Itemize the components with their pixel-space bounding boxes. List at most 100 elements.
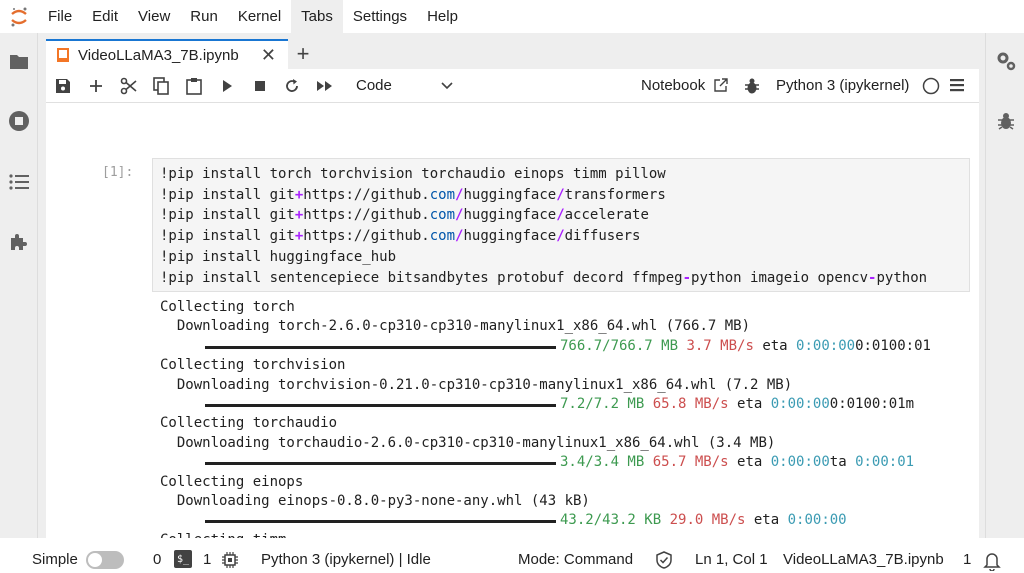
menu-kernel[interactable]: Kernel xyxy=(228,0,291,33)
progress-token xyxy=(644,396,652,412)
code-line: !pip install git+https://github.com/hugg… xyxy=(160,185,969,206)
progress-token: eta xyxy=(728,395,771,412)
menu-file[interactable]: File xyxy=(38,0,82,33)
code-line: !pip install sentencepiece bitsandbytes … xyxy=(160,268,969,289)
tab-notebook[interactable]: VideoLLaMA3_7B.ipynb ✕ xyxy=(46,39,288,69)
progress-token: eta xyxy=(753,337,797,354)
copy-icon[interactable] xyxy=(149,74,173,98)
menu-hamburger-icon[interactable] xyxy=(949,78,965,97)
extension-puzzle-icon[interactable] xyxy=(7,230,31,254)
code-token: !pip install huggingface_hub xyxy=(160,248,397,265)
menu-view[interactable]: View xyxy=(128,0,180,33)
progress-token: 0:00:00 xyxy=(796,337,856,354)
simple-mode-toggle[interactable] xyxy=(86,551,124,569)
kernel-chip-icon[interactable] xyxy=(221,551,239,573)
progress-bar xyxy=(205,520,556,524)
code-token: huggingface xyxy=(463,228,557,245)
code-token: huggingface xyxy=(463,186,557,203)
code-token: !pip install torch torchvision torchaudi… xyxy=(160,166,666,182)
code-token: diffusers xyxy=(564,228,641,245)
progress-token: 0:00:01 xyxy=(855,454,915,471)
progress-token: eta xyxy=(728,454,771,471)
progress-token: 0:00:00 xyxy=(770,454,830,471)
progress-line: 43.2/43.2 KB 29.0 MB/s eta 0:00:00 xyxy=(160,511,972,530)
folder-icon[interactable] xyxy=(7,49,31,73)
cell-type-select[interactable]: Code xyxy=(356,77,392,94)
notebook-file-icon xyxy=(57,48,69,62)
insert-cell-icon[interactable] xyxy=(84,74,108,98)
output-line: Downloading torch-2.6.0-cp310-cp310-many… xyxy=(160,318,751,335)
new-tab-button[interactable]: + xyxy=(290,39,316,69)
run-icon[interactable] xyxy=(215,74,239,98)
save-icon[interactable] xyxy=(51,74,75,98)
progress-token: 43.2/43.2 KB xyxy=(560,512,662,529)
output-line: Collecting torchaudio xyxy=(160,415,338,432)
code-token: !pip install git xyxy=(160,186,295,203)
cursor-position[interactable]: Ln 1, Col 1 xyxy=(695,551,768,568)
cut-icon[interactable] xyxy=(117,74,141,98)
open-in-notebook-button[interactable]: Notebook xyxy=(641,77,705,94)
progress-token: 3.7 MB/s xyxy=(686,337,754,354)
fast-forward-icon[interactable] xyxy=(313,74,337,98)
menu-run[interactable]: Run xyxy=(180,0,228,33)
output-line: Downloading torchaudio-2.6.0-cp310-cp310… xyxy=(160,434,776,451)
terminal-count: 0 xyxy=(153,551,162,568)
menu-bar: File Edit View Run Kernel Tabs Settings Help xyxy=(0,0,1024,33)
progress-text: 43.2/43.2 KB 29.0 MB/s eta 0:00:00 xyxy=(560,511,847,530)
kernel-name[interactable]: Python 3 (ipykernel) xyxy=(776,77,909,94)
chevron-down-icon[interactable] xyxy=(440,75,454,100)
code-line: !pip install git+https://github.com/hugg… xyxy=(160,226,969,247)
output-line: Downloading torchvision-0.21.0-cp310-cp3… xyxy=(160,376,793,393)
table-of-contents-icon[interactable] xyxy=(7,170,31,194)
paste-icon[interactable] xyxy=(182,74,206,98)
cell-prompt: [1]: xyxy=(102,165,134,180)
status-filename: VideoLLaMA3_7B.ipynb xyxy=(783,551,944,568)
output-line: Collecting einops xyxy=(160,473,304,490)
terminal-icon[interactable]: $_ xyxy=(174,550,192,568)
stop-icon[interactable] xyxy=(248,74,272,98)
code-line: !pip install huggingface_hub xyxy=(160,247,969,268)
status-bar: Simple 0 $_ 1 Python 3 (ipykernel) | Idl… xyxy=(0,546,1024,573)
output-line: Downloading einops-0.8.0-py3-none-any.wh… xyxy=(160,492,590,509)
progress-token: 65.8 MB/s xyxy=(652,395,729,412)
cell-output: Collecting torch Downloading torch-2.6.0… xyxy=(160,298,972,538)
progress-token: ta xyxy=(829,454,856,471)
code-token: com xyxy=(429,228,456,245)
progress-bar xyxy=(205,462,556,466)
progress-token: 0:0100:01m xyxy=(829,395,915,412)
progress-token: 65.7 MB/s xyxy=(652,454,729,471)
menu-edit[interactable]: Edit xyxy=(82,0,128,33)
code-token: com xyxy=(429,207,456,224)
mode-indicator: Mode: Command xyxy=(518,551,634,568)
bell-icon[interactable] xyxy=(983,551,1001,573)
kernel-count: 1 xyxy=(203,551,212,568)
main-area: VideoLLaMA3_7B.ipynb ✕ + Code Notebook P… xyxy=(38,33,985,538)
debugger-bug-icon[interactable] xyxy=(994,109,1018,133)
code-token: !pip install sentencepiece bitsandbytes … xyxy=(160,269,683,286)
code-editor[interactable]: !pip install torch torchvision torchaudi… xyxy=(152,158,970,292)
menu-settings[interactable]: Settings xyxy=(343,0,417,33)
progress-token: 0:00:00 xyxy=(787,512,847,529)
restart-icon[interactable] xyxy=(280,74,304,98)
running-kernels-icon[interactable] xyxy=(7,109,31,133)
code-token: / xyxy=(556,207,565,224)
code-token: python xyxy=(876,269,928,286)
progress-line: 766.7/766.7 MB 3.7 MB/s eta 0:00:000:010… xyxy=(160,337,972,356)
menu-tabs[interactable]: Tabs xyxy=(291,0,343,33)
output-line: Collecting torchvision xyxy=(160,357,346,374)
progress-token: 766.7/766.7 MB xyxy=(560,337,679,354)
toggle-knob xyxy=(88,553,102,567)
progress-text: 3.4/3.4 MB 65.7 MB/s eta 0:00:00ta 0:00:… xyxy=(560,453,914,472)
kernel-status[interactable]: Python 3 (ipykernel) | Idle xyxy=(261,551,431,568)
code-token: !pip install git xyxy=(160,207,295,224)
menu-help[interactable]: Help xyxy=(417,0,468,33)
shield-check-icon[interactable] xyxy=(655,551,673,573)
progress-line: 3.4/3.4 MB 65.7 MB/s eta 0:00:00ta 0:00:… xyxy=(160,453,972,472)
notebook-toolbar: Code Notebook Python 3 (ipykernel) xyxy=(46,69,979,103)
tab-close-icon[interactable]: ✕ xyxy=(261,45,276,66)
debugger-bug-icon[interactable] xyxy=(744,77,760,100)
property-inspector-gears-icon[interactable] xyxy=(994,49,1018,73)
code-token: accelerate xyxy=(564,207,649,224)
code-token: !pip install git xyxy=(160,228,295,245)
external-link-icon[interactable] xyxy=(713,77,729,98)
